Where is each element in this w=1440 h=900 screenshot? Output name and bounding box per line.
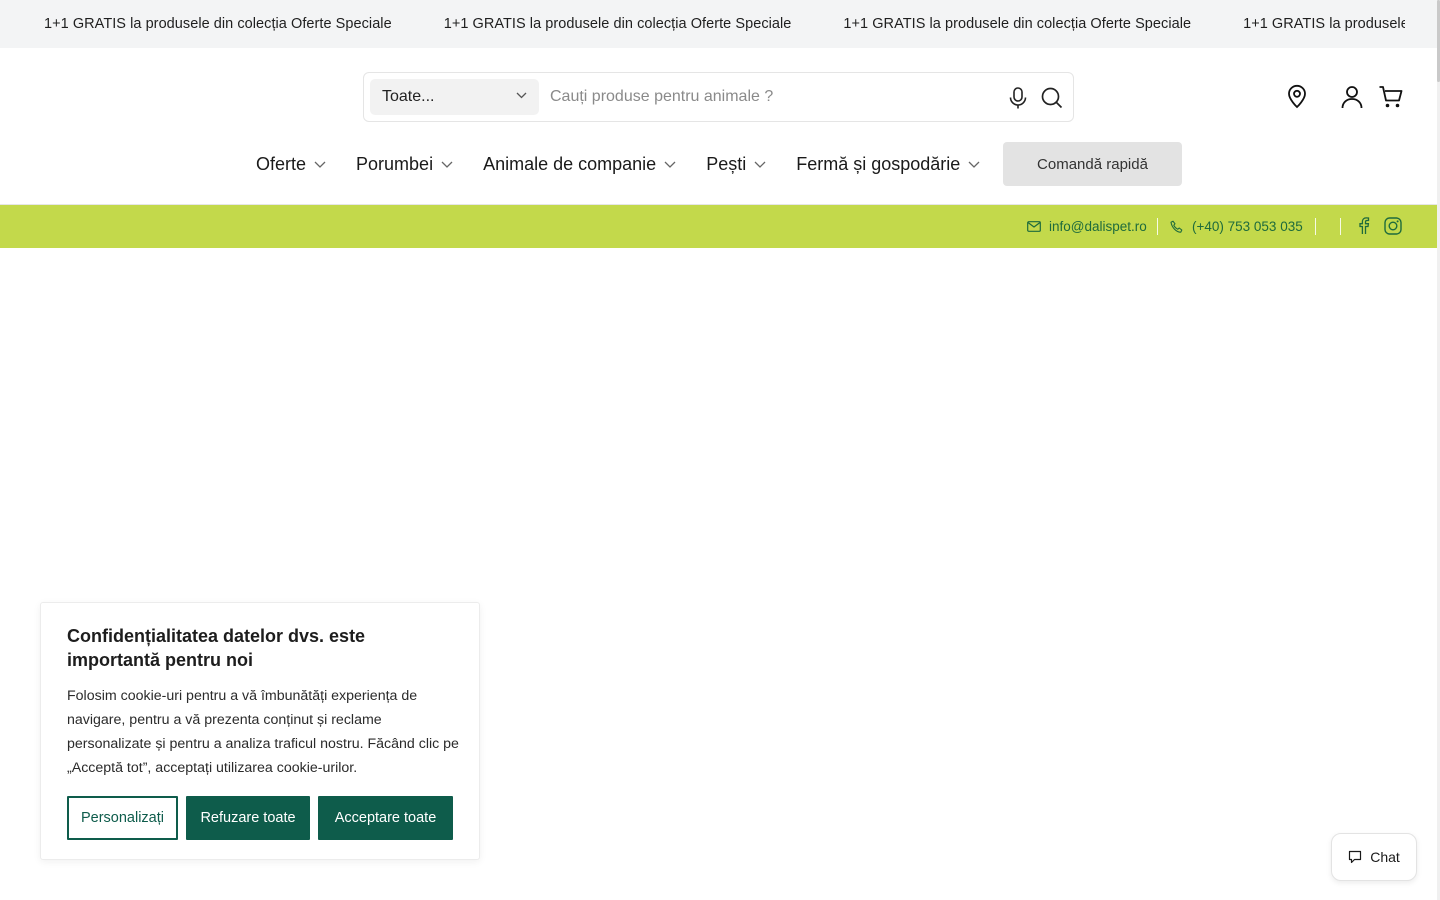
account-icon[interactable] (1339, 84, 1365, 110)
facebook-icon[interactable] (1354, 216, 1374, 236)
search-bar: Toate... (363, 72, 1074, 122)
nav-item-label: Porumbei (356, 153, 434, 174)
chat-button[interactable]: Chat (1331, 833, 1417, 881)
quick-order-button[interactable]: Comandă rapidă (1003, 142, 1182, 186)
nav-item-label: Fermă și gospodărie (796, 153, 961, 174)
announcement-fade (1405, 0, 1437, 48)
microphone-icon[interactable] (1007, 86, 1029, 110)
chevron-down-icon (441, 161, 453, 168)
phone-link[interactable]: (+40) 753 053 035 (1170, 205, 1303, 248)
nav-item-animale-de-companie[interactable]: Animale de companie (483, 154, 676, 175)
chevron-down-icon (664, 161, 676, 168)
category-select[interactable]: Toate... (370, 79, 539, 115)
main-navigation: Oferte Porumbei Animale de companie Peșt… (256, 142, 1010, 186)
nav-item-label: Animale de companie (483, 153, 657, 174)
search-icon[interactable] (1040, 86, 1064, 110)
email-link[interactable]: info@dalispet.ro (1027, 205, 1147, 248)
cart-icon[interactable] (1378, 84, 1404, 110)
phone-text: (+40) 753 053 035 (1192, 219, 1303, 234)
contact-bar: info@dalispet.ro (+40) 753 053 035 (0, 205, 1437, 248)
announcement-bar: 1+1 GRATIS la produsele din colecția Ofe… (0, 0, 1437, 48)
cookie-description: Folosim cookie-uri pentru a vă îmbunătăț… (67, 688, 459, 776)
nav-item-label: Pești (706, 153, 747, 174)
location-pin-icon[interactable] (1284, 83, 1310, 109)
announcement-text[interactable]: 1+1 GRATIS la produsele din colecția Ofe… (44, 16, 392, 32)
announcement-track: 1+1 GRATIS la produsele din colecția Ofe… (44, 0, 1437, 48)
chat-label: Chat (1370, 849, 1400, 865)
category-select-value: Toate... (382, 88, 435, 105)
nav-item-oferte[interactable]: Oferte (256, 154, 326, 175)
nav-item-pesti[interactable]: Pești (706, 154, 766, 175)
phone-icon (1170, 220, 1183, 233)
nav-item-porumbei[interactable]: Porumbei (356, 154, 453, 175)
envelope-icon (1027, 221, 1041, 232)
chevron-down-icon (754, 161, 766, 168)
chat-bubble-icon (1349, 850, 1362, 864)
site-header: Toate... Oferte Porumbei Animale de comp… (0, 48, 1437, 205)
chevron-down-icon (516, 92, 527, 99)
cookie-consent-banner: Confidențialitatea datelor dvs. este imp… (40, 602, 480, 860)
announcement-text[interactable]: 1+1 GRATIS la produsele din colecția Ofe… (444, 16, 792, 32)
instagram-icon[interactable] (1383, 216, 1403, 236)
chevron-down-icon (314, 161, 326, 168)
nav-item-ferma-si-gospodarie[interactable]: Fermă și gospodărie (796, 154, 980, 175)
divider (1315, 218, 1316, 235)
accept-all-button[interactable]: Acceptare toate (318, 796, 453, 840)
cookie-title: Confidențialitatea datelor dvs. este imp… (67, 626, 366, 670)
nav-item-label: Oferte (256, 153, 307, 174)
divider (1157, 218, 1158, 235)
chevron-down-icon (968, 161, 980, 168)
divider (1340, 218, 1341, 235)
reject-all-button[interactable]: Refuzare toate (186, 796, 310, 840)
customize-button[interactable]: Personalizați (67, 796, 178, 840)
email-text: info@dalispet.ro (1049, 219, 1147, 234)
search-input[interactable] (550, 79, 990, 115)
announcement-text[interactable]: 1+1 GRATIS la produsele din colecția Ofe… (843, 16, 1191, 32)
